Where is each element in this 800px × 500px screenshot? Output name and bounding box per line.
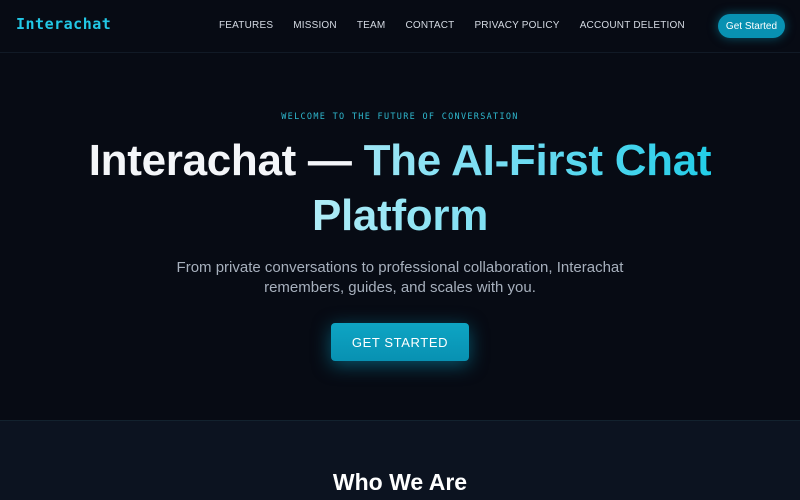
nav-link-team[interactable]: TEAM	[357, 20, 386, 31]
nav-link-account-deletion[interactable]: ACCOUNT DELETION	[580, 20, 685, 31]
nav-links: FEATURES MISSION TEAM CONTACT PRIVACY PO…	[219, 20, 685, 31]
hero-section: WELCOME TO THE FUTURE OF CONVERSATION In…	[0, 53, 800, 420]
headline-highlight-line2: Platform	[311, 191, 489, 240]
nav-link-features[interactable]: FEATURES	[219, 20, 273, 31]
headline-brand: Interachat —	[88, 136, 364, 185]
nav-link-privacy-policy[interactable]: PRIVACY POLICY	[474, 20, 559, 31]
nav-link-mission[interactable]: MISSION	[293, 20, 337, 31]
logo[interactable]: Interachat	[16, 15, 111, 33]
hero-subtitle: From private conversations to profession…	[176, 259, 624, 296]
nav-get-started-button[interactable]: Get Started	[718, 14, 785, 38]
hero-headline: Interachat — The AI-First Chat Platform	[20, 133, 780, 243]
nav-link-contact[interactable]: CONTACT	[405, 20, 454, 31]
headline-highlight: The AI-First Chat	[363, 136, 712, 185]
who-we-are-section: Who We Are	[0, 420, 800, 500]
landing-page: Interachat FEATURES MISSION TEAM CONTACT…	[0, 0, 800, 500]
top-nav: Interachat FEATURES MISSION TEAM CONTACT…	[0, 0, 800, 53]
who-we-are-title: Who We Are	[332, 469, 468, 495]
hero-eyebrow: WELCOME TO THE FUTURE OF CONVERSATION	[281, 112, 519, 122]
hero-get-started-button[interactable]: GET STARTED	[331, 323, 469, 361]
